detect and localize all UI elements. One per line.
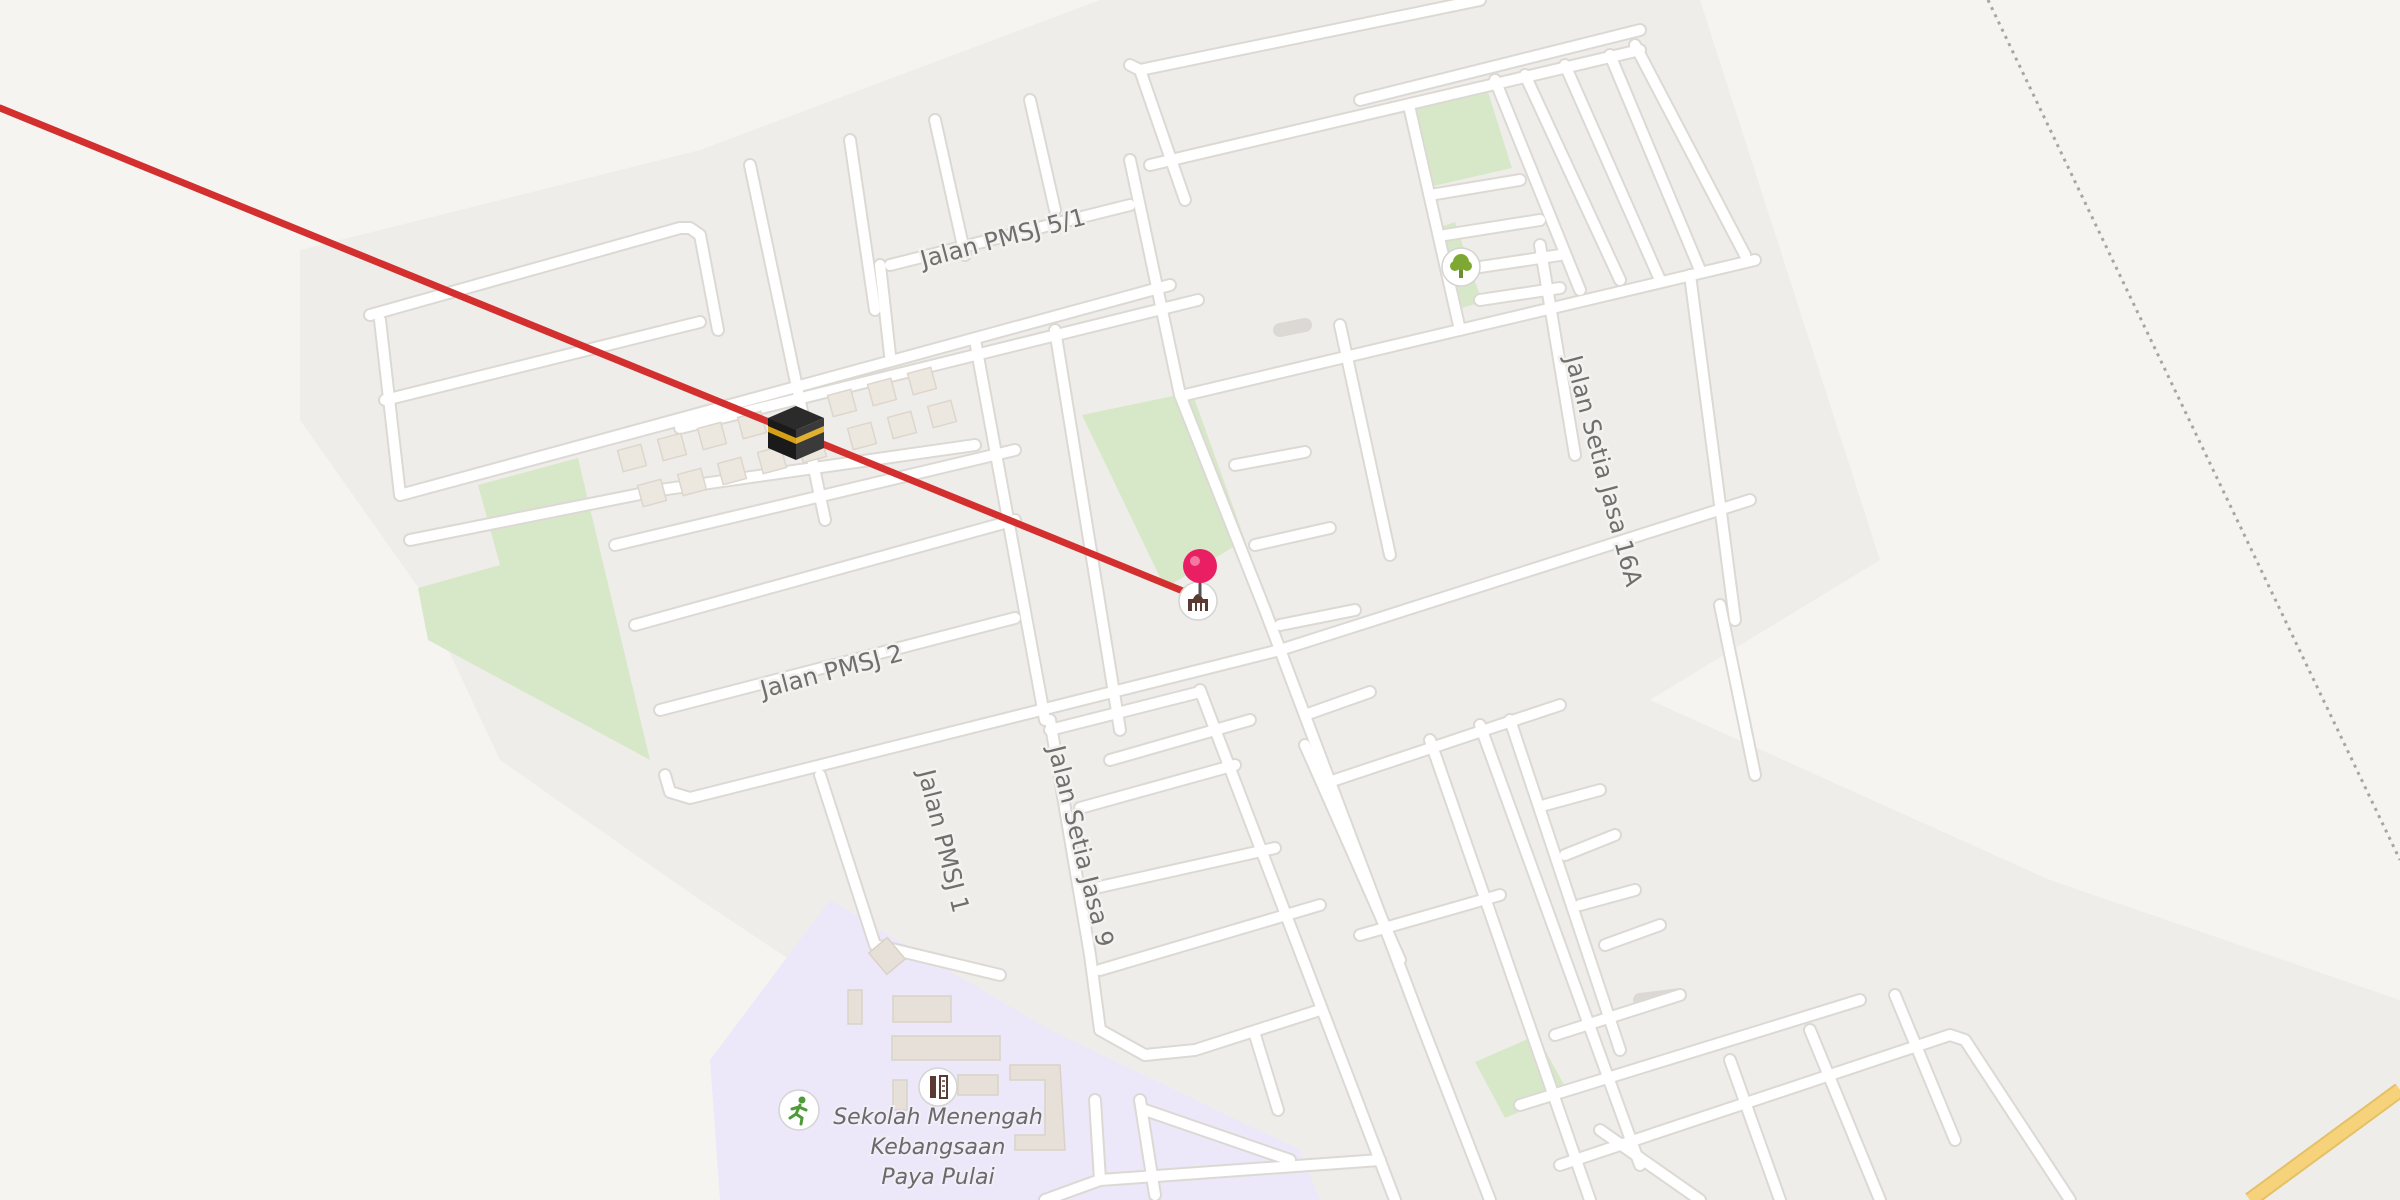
school-label-line: Paya Pulai — [881, 1165, 994, 1190]
running-person-icon[interactable] — [778, 1089, 820, 1131]
school-icon[interactable] — [918, 1067, 958, 1107]
tree-icon[interactable] — [1441, 247, 1481, 287]
school-label-line: Sekolah Menengah — [833, 1105, 1043, 1130]
mosque-icon[interactable] — [1178, 581, 1218, 621]
school-label-line: Kebangsaan — [871, 1135, 1006, 1160]
map-canvas[interactable]: Jalan PMSJ 5/1 Jalan PMSJ 2 Jalan PMSJ 1… — [0, 0, 2400, 1200]
